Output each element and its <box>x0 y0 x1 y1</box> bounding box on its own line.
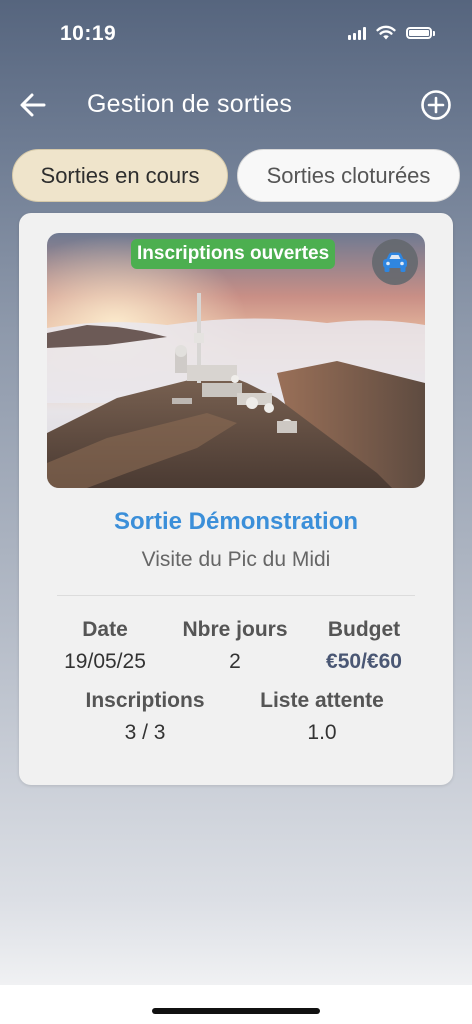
days-value: 2 <box>229 650 241 673</box>
sortie-photo[interactable]: Inscriptions ouvertes <box>47 233 425 488</box>
budget-label: Budget <box>327 618 401 641</box>
registrations-value: 3 / 3 <box>124 721 166 744</box>
tab-sorties-en-cours[interactable]: Sorties en cours <box>12 149 228 202</box>
car-icon <box>372 239 418 285</box>
date-label: Date <box>82 618 128 641</box>
battery-icon <box>406 26 435 39</box>
home-indicator[interactable] <box>152 1008 320 1014</box>
cellular-signal-icon <box>348 26 366 40</box>
days-label: Nbre jours <box>182 618 288 641</box>
wifi-icon <box>376 25 396 40</box>
budget-value: €50/€60 <box>326 650 402 673</box>
status-bar: 10:19 <box>0 0 472 70</box>
app-bar: Gestion de sorties <box>0 70 472 138</box>
date-value: 19/05/25 <box>64 650 146 673</box>
status-time: 10:19 <box>60 22 117 45</box>
waitlist-label: Liste attente <box>260 689 384 712</box>
waitlist-value: 1.0 <box>307 721 337 744</box>
registrations-label: Inscriptions <box>85 689 205 712</box>
add-circle-icon[interactable] <box>420 89 452 121</box>
sortie-subtitle: Visite du Pic du Midi <box>141 548 331 571</box>
divider <box>57 595 415 596</box>
page-title: Gestion de sorties <box>87 90 293 118</box>
sortie-title: Sortie Démonstration <box>113 508 359 535</box>
status-icons <box>348 25 435 40</box>
status-badge: Inscriptions ouvertes <box>131 239 336 269</box>
sortie-card[interactable]: Inscriptions ouvertes Sortie Démonstrati… <box>19 213 453 785</box>
mountain-observatory-image <box>47 233 425 488</box>
back-arrow-icon[interactable] <box>18 90 48 120</box>
tab-sorties-cloturees[interactable]: Sorties cloturées <box>237 149 460 202</box>
